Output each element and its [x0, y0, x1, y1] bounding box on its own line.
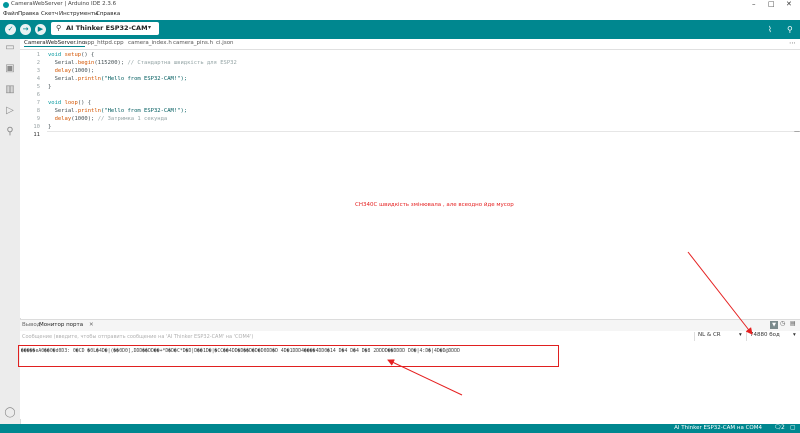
status-board-port: AI Thinker ESP32-CAM на COM4 — [674, 425, 762, 431]
menu-tools[interactable]: Инструменты — [59, 11, 98, 17]
line-number: 2 — [36, 60, 40, 66]
menu-file[interactable]: Файл — [3, 11, 18, 17]
comment: // Затримка 1 секунда — [97, 116, 168, 122]
tab-camerawebserver-ino[interactable]: CameraWebServer.ino — [24, 40, 86, 47]
profile-icon[interactable]: ◯ — [4, 407, 16, 418]
chevron-down-icon: ▾ — [148, 24, 152, 31]
menu-bar: Файл Правка Скетч Инструменты Справка — [0, 11, 800, 20]
message-input[interactable]: Сообщение (введите, чтобы отправить сооб… — [22, 334, 253, 340]
line-number: 8 — [36, 108, 40, 114]
function-name: delay — [48, 68, 72, 74]
minimize-button[interactable]: – — [752, 0, 756, 8]
close-icon[interactable]: ✕ — [89, 322, 94, 328]
library-manager-icon[interactable]: ▥ — [4, 84, 16, 95]
code-text: () { — [77, 100, 92, 106]
notification-count: 2 — [781, 424, 785, 431]
line-number: 10 — [33, 124, 40, 130]
serial-plotter-icon[interactable]: ⌇ — [768, 25, 772, 34]
annotation-text: CH340C швидкість змінювала , але всеодно… — [355, 202, 514, 208]
tab-output[interactable]: Вывод — [22, 322, 41, 328]
code-text: (1000); — [71, 116, 98, 122]
line-number: 3 — [36, 68, 40, 74]
editor-divider — [47, 131, 800, 132]
code-line: void loop() { — [48, 100, 91, 106]
usb-icon: ⚲ — [56, 24, 62, 32]
code-line: Serial.begin(115200); // Стандартна швид… — [48, 60, 237, 66]
status-bar: AI Thinker ESP32-CAM на COM4 🗨 2 ▢ — [0, 424, 800, 433]
code-editor[interactable]: 1 2 3 4 5 6 7 8 9 10 11 void setup() { S… — [20, 50, 800, 318]
minimap-marker: — — [794, 128, 800, 135]
line-ending-select[interactable]: NL & CR ▾ — [694, 332, 750, 341]
board-selector[interactable]: ⚲ AI Thinker ESP32-CAM ▾ — [51, 22, 159, 35]
function-name: println — [77, 76, 101, 82]
menu-help[interactable]: Справка — [96, 11, 120, 17]
more-tabs-icon[interactable]: ⋯ — [789, 39, 796, 47]
tab-serial-monitor[interactable]: Монитор порта — [39, 322, 83, 328]
search-icon[interactable]: ⚲ — [4, 126, 16, 137]
upload-button[interactable]: → — [20, 24, 31, 35]
line-ending-value: NL & CR — [698, 332, 721, 338]
code-text: (1000); — [71, 68, 95, 74]
code-text: Serial. — [48, 76, 78, 82]
boards-manager-icon[interactable]: ▣ — [4, 63, 16, 74]
close-button[interactable]: ✕ — [786, 0, 792, 8]
chevron-down-icon: ▾ — [793, 332, 796, 338]
line-number: 7 — [36, 100, 40, 106]
chevron-down-icon: ▾ — [739, 332, 742, 338]
line-number: 5 — [36, 84, 40, 90]
highlight-box — [18, 345, 559, 367]
line-number: 4 — [36, 76, 40, 82]
code-line: void setup() { — [48, 52, 94, 58]
code-line: Serial.println("Hello from ESP32-CAM!"); — [48, 76, 187, 82]
window-titlebar: CameraWebServer | Arduino IDE 2.3.6 – □ … — [0, 0, 800, 11]
code-line: } — [48, 84, 52, 90]
string-literal: ("Hello from ESP32-CAM!"); — [101, 76, 188, 82]
code-text: Serial. — [48, 108, 78, 114]
file-tabs: CameraWebServer.ino app_httpd.cpp camera… — [20, 39, 800, 50]
clear-output-icon[interactable]: ▤ — [790, 320, 796, 327]
debug-button[interactable]: ▶ — [35, 24, 46, 35]
autoscroll-toggle[interactable]: ▼ — [770, 321, 778, 329]
code-line: delay(1000); // Затримка 1 секунда — [48, 116, 168, 122]
debug-icon[interactable]: ▷ — [4, 105, 16, 116]
baud-rate-value: 74880 бод — [750, 332, 780, 338]
function-name: setup — [64, 52, 82, 58]
line-number: 1 — [36, 52, 40, 58]
menu-sketch[interactable]: Скетч — [41, 11, 58, 17]
code-line: delay(1000); — [48, 68, 95, 74]
code-text: () { — [81, 52, 95, 58]
comment: // Стандартна швидкість для ESP32 — [127, 60, 237, 66]
line-number: 6 — [36, 92, 40, 98]
function-name: begin — [77, 60, 95, 66]
tab-camera-index-h[interactable]: camera_index.h — [128, 40, 172, 46]
baud-rate-select[interactable]: 74880 бод ▾ — [746, 332, 800, 341]
tab-camera-pins-h[interactable]: camera_pins.h — [173, 40, 213, 46]
code-line: } — [48, 124, 52, 130]
code-text: (115200); — [94, 60, 128, 66]
tab-app-httpd-cpp[interactable]: app_httpd.cpp — [84, 40, 124, 46]
line-number: 11 — [33, 132, 40, 138]
function-name: println — [77, 108, 101, 114]
timestamp-icon[interactable]: ◷ — [780, 320, 785, 327]
layout-icon[interactable]: ▢ — [790, 424, 796, 431]
code-text: Serial. — [48, 60, 78, 66]
board-name: AI Thinker ESP32-CAM — [66, 24, 148, 32]
function-name: delay — [48, 116, 72, 122]
code-line: Serial.println("Hello from ESP32-CAM!"); — [48, 108, 187, 114]
window-title: CameraWebServer | Arduino IDE 2.3.6 — [11, 1, 117, 7]
keyword: void — [48, 100, 62, 106]
verify-button[interactable]: ✓ — [5, 24, 16, 35]
sketchbook-folder-icon[interactable]: ▭ — [4, 42, 16, 53]
line-number: 9 — [36, 116, 40, 122]
arduino-app-icon — [3, 2, 9, 8]
menu-edit[interactable]: Правка — [18, 11, 39, 17]
keyword: void — [48, 52, 62, 58]
string-literal: ("Hello from ESP32-CAM!"); — [101, 108, 188, 114]
serial-monitor-icon[interactable]: ⚲ — [787, 25, 793, 34]
tab-ci-json[interactable]: ci.json — [216, 40, 234, 46]
maximize-button[interactable]: □ — [768, 0, 775, 8]
function-name: loop — [64, 100, 78, 106]
